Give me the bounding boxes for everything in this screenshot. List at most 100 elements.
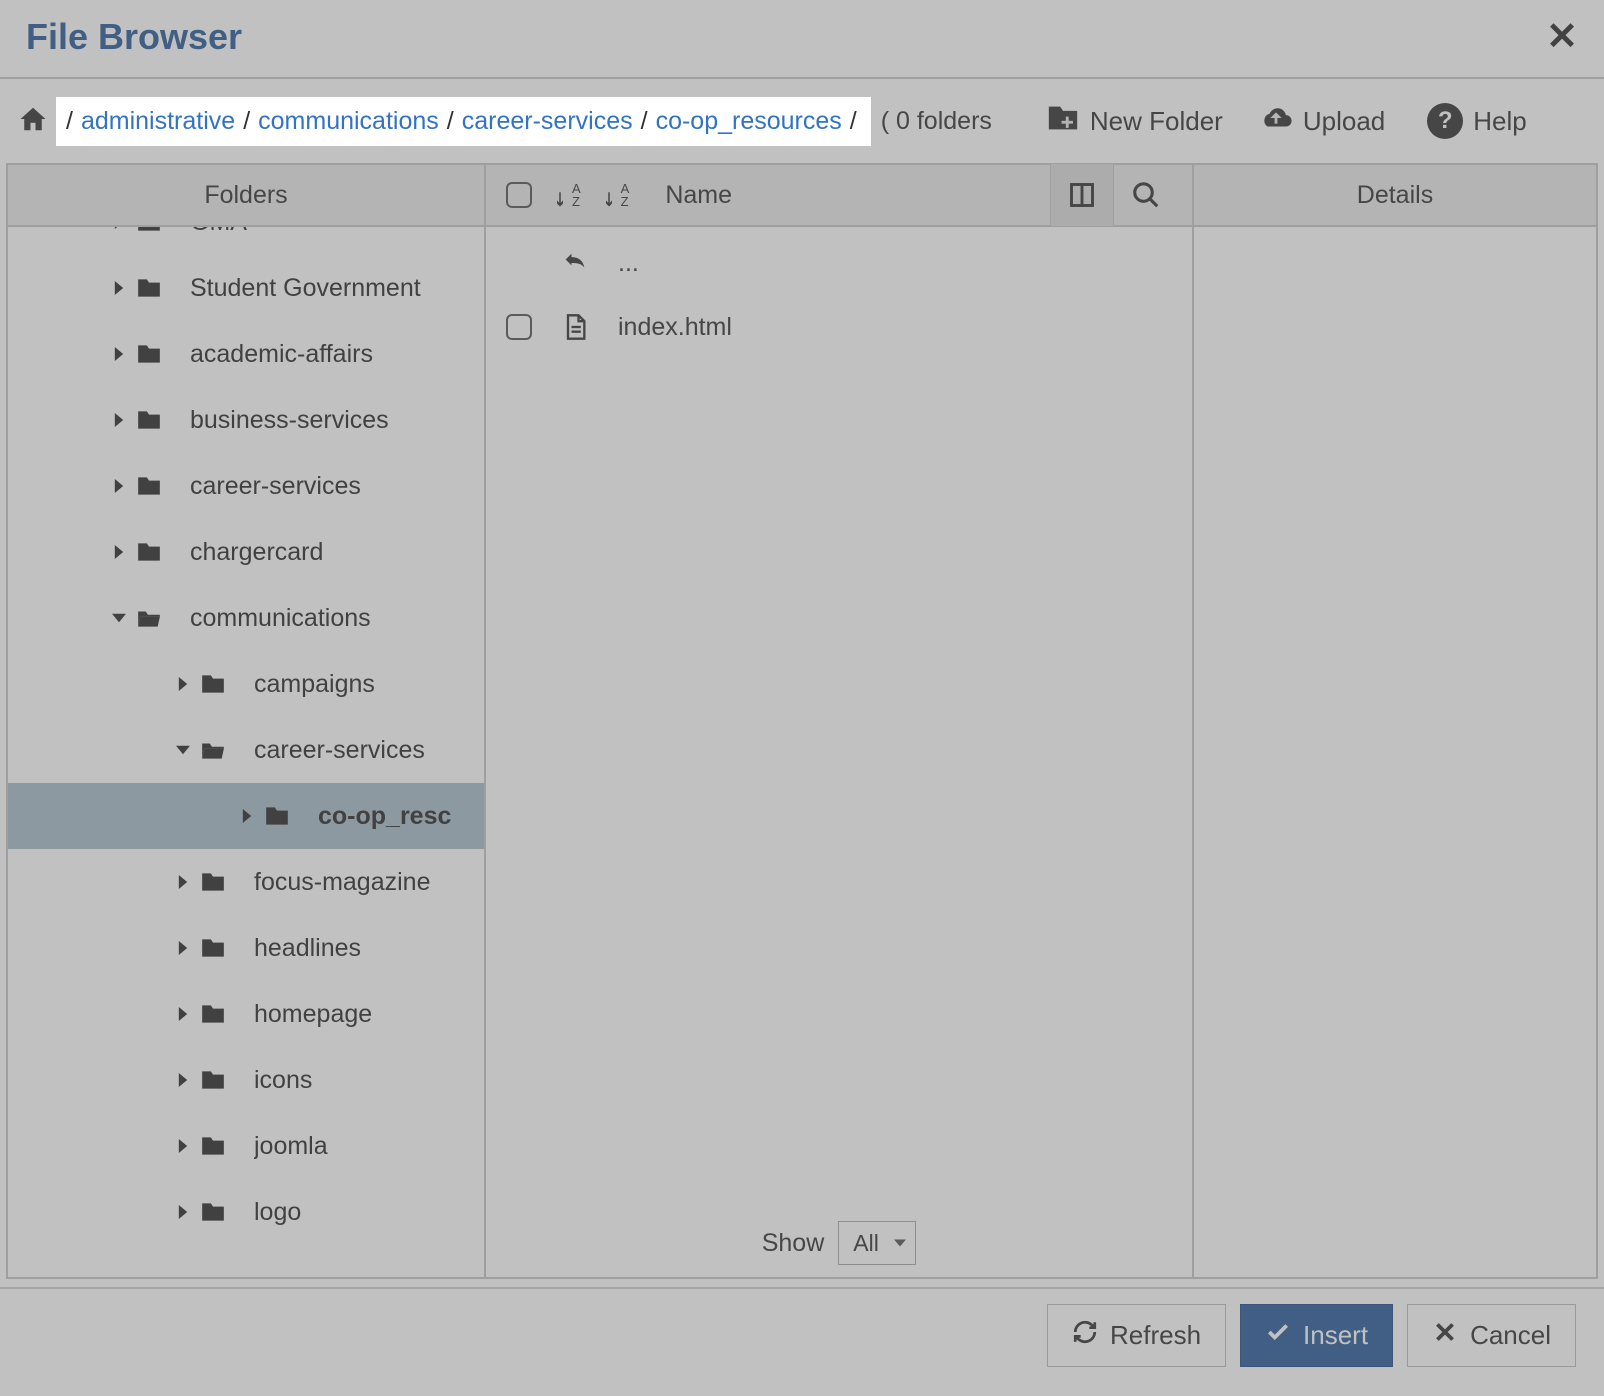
- chevron-right-icon[interactable]: [104, 347, 134, 361]
- sort-asc-button[interactable]: AZ: [554, 182, 581, 208]
- details-pane: Details: [1194, 165, 1596, 1277]
- check-icon: [1265, 1319, 1291, 1352]
- chevron-right-icon[interactable]: [104, 281, 134, 295]
- help-icon: ?: [1427, 103, 1463, 139]
- chevron-right-icon[interactable]: [168, 1007, 198, 1021]
- search-button[interactable]: [1114, 164, 1178, 226]
- chevron-down-icon[interactable]: [168, 743, 198, 757]
- tree-item-label: focus-magazine: [254, 868, 430, 897]
- folder-icon: [134, 407, 174, 433]
- tree-item-co-op-resources[interactable]: co-op_resc: [8, 783, 484, 849]
- undo-icon: [558, 249, 592, 277]
- folder-icon: [134, 275, 174, 301]
- insert-label: Insert: [1303, 1320, 1368, 1351]
- close-button[interactable]: ✕: [1546, 14, 1578, 59]
- folder-icon: [134, 473, 174, 499]
- parent-folder-label: ...: [618, 249, 639, 278]
- files-pane: AZ AZ Name ...: [486, 165, 1194, 1277]
- breadcrumb-item[interactable]: communications: [258, 107, 439, 136]
- tree-item-icons[interactable]: icons: [8, 1047, 484, 1113]
- folder-icon: [198, 1199, 238, 1225]
- refresh-button[interactable]: Refresh: [1047, 1304, 1226, 1367]
- chevron-right-icon[interactable]: [168, 875, 198, 889]
- chevron-right-icon[interactable]: [104, 413, 134, 427]
- folder-icon: [198, 671, 238, 697]
- tree-item-homepage[interactable]: homepage: [8, 981, 484, 1047]
- parent-folder-row[interactable]: ...: [486, 231, 1192, 295]
- home-icon[interactable]: [18, 104, 48, 139]
- folder-icon: [134, 539, 174, 565]
- folder-open-icon: [134, 605, 174, 631]
- breadcrumb-item[interactable]: career-services: [462, 107, 633, 136]
- chevron-right-icon[interactable]: [104, 479, 134, 493]
- folders-header: Folders: [8, 165, 484, 227]
- refresh-icon: [1072, 1319, 1098, 1352]
- insert-button[interactable]: Insert: [1240, 1304, 1393, 1367]
- select-all-checkbox[interactable]: [506, 182, 532, 208]
- folders-pane: Folders GMA Student Government academic-af…: [8, 165, 486, 1277]
- help-button[interactable]: ? Help: [1427, 103, 1526, 139]
- files-header: AZ AZ Name: [486, 165, 1192, 227]
- tree-item-career-services[interactable]: career-services: [8, 717, 484, 783]
- dialog-footer: Refresh Insert Cancel: [0, 1287, 1604, 1381]
- file-row[interactable]: index.html: [486, 295, 1192, 359]
- name-column-header[interactable]: Name: [665, 181, 732, 210]
- folder-tree[interactable]: GMA Student Government academic-affairs bus…: [8, 227, 484, 1277]
- folder-icon: [198, 1067, 238, 1093]
- dialog-header: File Browser ✕: [0, 0, 1604, 79]
- chevron-down-icon[interactable]: [104, 611, 134, 625]
- tree-item-label: academic-affairs: [190, 340, 373, 369]
- chevron-right-icon[interactable]: [104, 227, 134, 229]
- tree-item-label: homepage: [254, 1000, 372, 1029]
- tree-item-communications[interactable]: communications: [8, 585, 484, 651]
- columns-view-button[interactable]: [1050, 164, 1114, 226]
- tree-item-label: career-services: [254, 736, 425, 765]
- tree-item-headlines[interactable]: headlines: [8, 915, 484, 981]
- chevron-right-icon[interactable]: [168, 677, 198, 691]
- tree-item-academic-affairs[interactable]: academic-affairs: [8, 321, 484, 387]
- refresh-label: Refresh: [1110, 1320, 1201, 1351]
- folder-icon: [198, 935, 238, 961]
- folder-icon: [198, 869, 238, 895]
- tree-item-label: co-op_resc: [318, 802, 451, 831]
- folder-icon: [134, 341, 174, 367]
- cancel-button[interactable]: Cancel: [1407, 1304, 1576, 1367]
- tree-item-focus-magazine[interactable]: focus-magazine: [8, 849, 484, 915]
- page-size-select[interactable]: All: [838, 1221, 916, 1265]
- document-icon: [558, 312, 592, 342]
- upload-button[interactable]: Upload: [1259, 101, 1385, 142]
- chevron-right-icon[interactable]: [168, 1139, 198, 1153]
- chevron-right-icon[interactable]: [168, 1073, 198, 1087]
- tree-item-label: campaigns: [254, 670, 375, 699]
- folder-plus-icon: [1046, 101, 1080, 142]
- tree-item-gma[interactable]: GMA: [8, 227, 484, 255]
- tree-item-logo[interactable]: logo: [8, 1179, 484, 1245]
- file-checkbox[interactable]: [506, 314, 532, 340]
- tree-item-label: icons: [254, 1066, 312, 1095]
- chevron-right-icon[interactable]: [168, 941, 198, 955]
- tree-item-chargercard[interactable]: chargercard: [8, 519, 484, 585]
- tree-item-business-services[interactable]: business-services: [8, 387, 484, 453]
- new-folder-button[interactable]: New Folder: [1046, 101, 1223, 142]
- tree-item-joomla[interactable]: joomla: [8, 1113, 484, 1179]
- tree-item-label: GMA: [190, 227, 247, 237]
- tree-item-student-government[interactable]: Student Government: [8, 255, 484, 321]
- breadcrumb-item[interactable]: co-op_resources: [656, 107, 842, 136]
- chevron-right-icon[interactable]: [232, 809, 262, 823]
- close-icon: [1432, 1319, 1458, 1352]
- folder-icon: [134, 227, 174, 235]
- tree-item-label: logo: [254, 1198, 301, 1227]
- breadcrumb-item[interactable]: administrative: [81, 107, 235, 136]
- chevron-right-icon[interactable]: [168, 1205, 198, 1219]
- folder-count: ( 0 folders: [881, 107, 992, 136]
- tree-item-campaigns[interactable]: campaigns: [8, 651, 484, 717]
- chevron-right-icon[interactable]: [104, 545, 134, 559]
- details-header: Details: [1194, 165, 1596, 227]
- sort-desc-button[interactable]: AZ: [603, 182, 630, 208]
- tree-item-career-services[interactable]: career-services: [8, 453, 484, 519]
- tree-item-label: joomla: [254, 1132, 328, 1161]
- breadcrumb: / administrative / communications / care…: [56, 97, 871, 146]
- cancel-label: Cancel: [1470, 1320, 1551, 1351]
- pagination-bar: Show All: [486, 1221, 1192, 1265]
- cloud-upload-icon: [1259, 101, 1293, 142]
